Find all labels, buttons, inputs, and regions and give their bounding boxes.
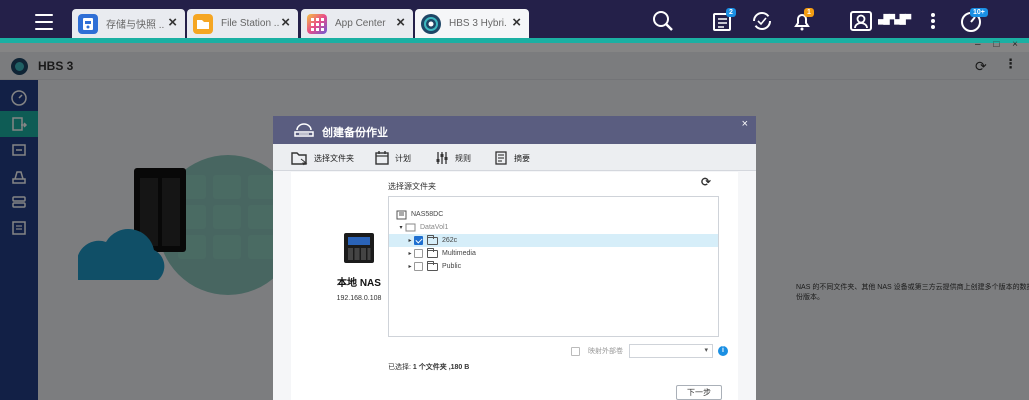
nas-device-icon — [344, 233, 374, 263]
nas-icon — [396, 210, 407, 219]
selected-summary-value: 1 个文件夹 ,180 B — [412, 364, 470, 371]
folder-checkbox[interactable] — [414, 249, 423, 258]
tab-label: 存储与快照 ... — [106, 20, 164, 31]
dialog-body: 本地 NAS 192.168.0.108 选择源文件夹 ⟳ NAS58DC ▾ … — [291, 172, 738, 400]
tree-folder-multimedia[interactable]: ▸ Multimedia — [389, 247, 718, 260]
expand-caret-icon[interactable]: ▸ — [406, 237, 414, 244]
create-backup-job-dialog: 创建备份作业 × 选择文件夹 计划 规则 摘要 本地 NAS 192.168.0… — [273, 116, 756, 400]
expand-caret-icon[interactable]: ▸ — [406, 250, 414, 257]
chevron-down-icon: ▾ — [704, 347, 708, 354]
tab-label: HBS 3 Hybri... — [449, 18, 507, 29]
dialog-close-button[interactable]: × — [742, 118, 748, 130]
tab-storage-snapshot[interactable]: 存储与快照 ... × — [72, 9, 185, 38]
step-select-folder[interactable]: 选择文件夹 — [291, 149, 354, 167]
tab-app-center[interactable]: App Center × — [301, 9, 413, 38]
dialog-title: 创建备份作业 — [322, 127, 388, 139]
info-icon[interactable]: i — [718, 346, 728, 356]
tab-label: App Center — [335, 18, 386, 29]
user-icon[interactable] — [848, 8, 874, 34]
tree-label: DataVol1 — [420, 224, 449, 231]
app-center-icon — [307, 13, 327, 34]
close-icon[interactable]: × — [281, 15, 290, 31]
collapse-caret-icon[interactable]: ▾ — [397, 224, 405, 231]
hbs3-icon — [421, 13, 441, 34]
map-external-checkbox[interactable] — [571, 346, 580, 356]
username[interactable]: ▄█▀▄█▀ — [878, 14, 911, 24]
tree-label: NAS58DC — [411, 211, 444, 218]
tree-label: Public — [442, 263, 462, 270]
external-volume-select[interactable]: ▾ — [629, 344, 713, 358]
tree-folder-262c[interactable]: ▸ 262c — [389, 234, 718, 247]
tree-folder-public[interactable]: ▸ Public — [389, 260, 718, 273]
backup-job-icon — [294, 123, 314, 137]
folder-checkbox[interactable] — [414, 262, 423, 271]
tree-label: Multimedia — [442, 250, 476, 257]
source-folder-title: 选择源文件夹 — [388, 182, 436, 191]
sync-icon[interactable] — [749, 8, 775, 34]
step-label: 计划 — [395, 153, 411, 163]
file-station-icon — [193, 13, 213, 34]
tab-label: File Station ... — [221, 18, 279, 29]
folder-icon — [427, 247, 438, 258]
step-summary[interactable]: 摘要 — [493, 149, 530, 167]
tasks-badge: 2 — [726, 8, 736, 17]
expand-caret-icon[interactable]: ▸ — [406, 263, 414, 270]
folder-tree[interactable]: NAS58DC ▾ DataVol1 ▸ 262c ▸ Multimedia ▸ — [388, 196, 719, 337]
step-label: 规则 — [455, 153, 471, 163]
selected-summary: 已选择: 1 个文件夹 ,180 B — [388, 362, 469, 372]
volume-icon — [405, 223, 416, 232]
tree-root-nas[interactable]: NAS58DC — [389, 208, 718, 221]
folder-icon — [427, 260, 438, 271]
tree-volume[interactable]: ▾ DataVol1 — [389, 221, 718, 234]
qts-taskbar: 存储与快照 ... × File Station ... × App Cente… — [0, 0, 1029, 43]
selected-summary-prefix: 已选择: — [388, 364, 411, 371]
tab-hbs3[interactable]: HBS 3 Hybri... × — [415, 9, 529, 38]
storage-snapshot-icon — [78, 13, 98, 34]
more-options-icon[interactable] — [920, 8, 946, 34]
map-external-label: 映射外部卷 — [588, 348, 623, 355]
summary-icon — [495, 151, 507, 165]
system-badge: 10+ — [970, 8, 988, 17]
step-rules[interactable]: 规则 — [434, 149, 471, 167]
calendar-icon — [375, 151, 389, 165]
close-icon[interactable]: × — [512, 15, 521, 31]
step-label: 选择文件夹 — [314, 153, 354, 163]
wizard-steps: 选择文件夹 计划 规则 摘要 — [273, 144, 756, 171]
folder-icon — [427, 234, 438, 245]
step-label: 摘要 — [514, 153, 530, 163]
alerts-badge: 1 — [804, 8, 814, 17]
close-icon[interactable]: × — [396, 15, 405, 31]
refresh-icon[interactable]: ⟳ — [701, 175, 711, 189]
tree-label: 262c — [442, 237, 458, 244]
search-icon[interactable] — [650, 8, 676, 34]
sliders-icon — [436, 152, 448, 164]
dialog-header: 创建备份作业 × — [273, 116, 756, 144]
map-external-volume: 映射外部卷 ▾ i — [571, 344, 728, 358]
folder-checkbox[interactable] — [414, 236, 423, 245]
folder-select-icon — [291, 152, 308, 166]
next-button[interactable]: 下一步 — [676, 385, 722, 400]
step-schedule[interactable]: 计划 — [374, 149, 411, 167]
main-menu-button[interactable] — [29, 9, 59, 35]
close-icon[interactable]: × — [168, 15, 177, 31]
tab-file-station[interactable]: File Station ... × — [187, 9, 298, 38]
